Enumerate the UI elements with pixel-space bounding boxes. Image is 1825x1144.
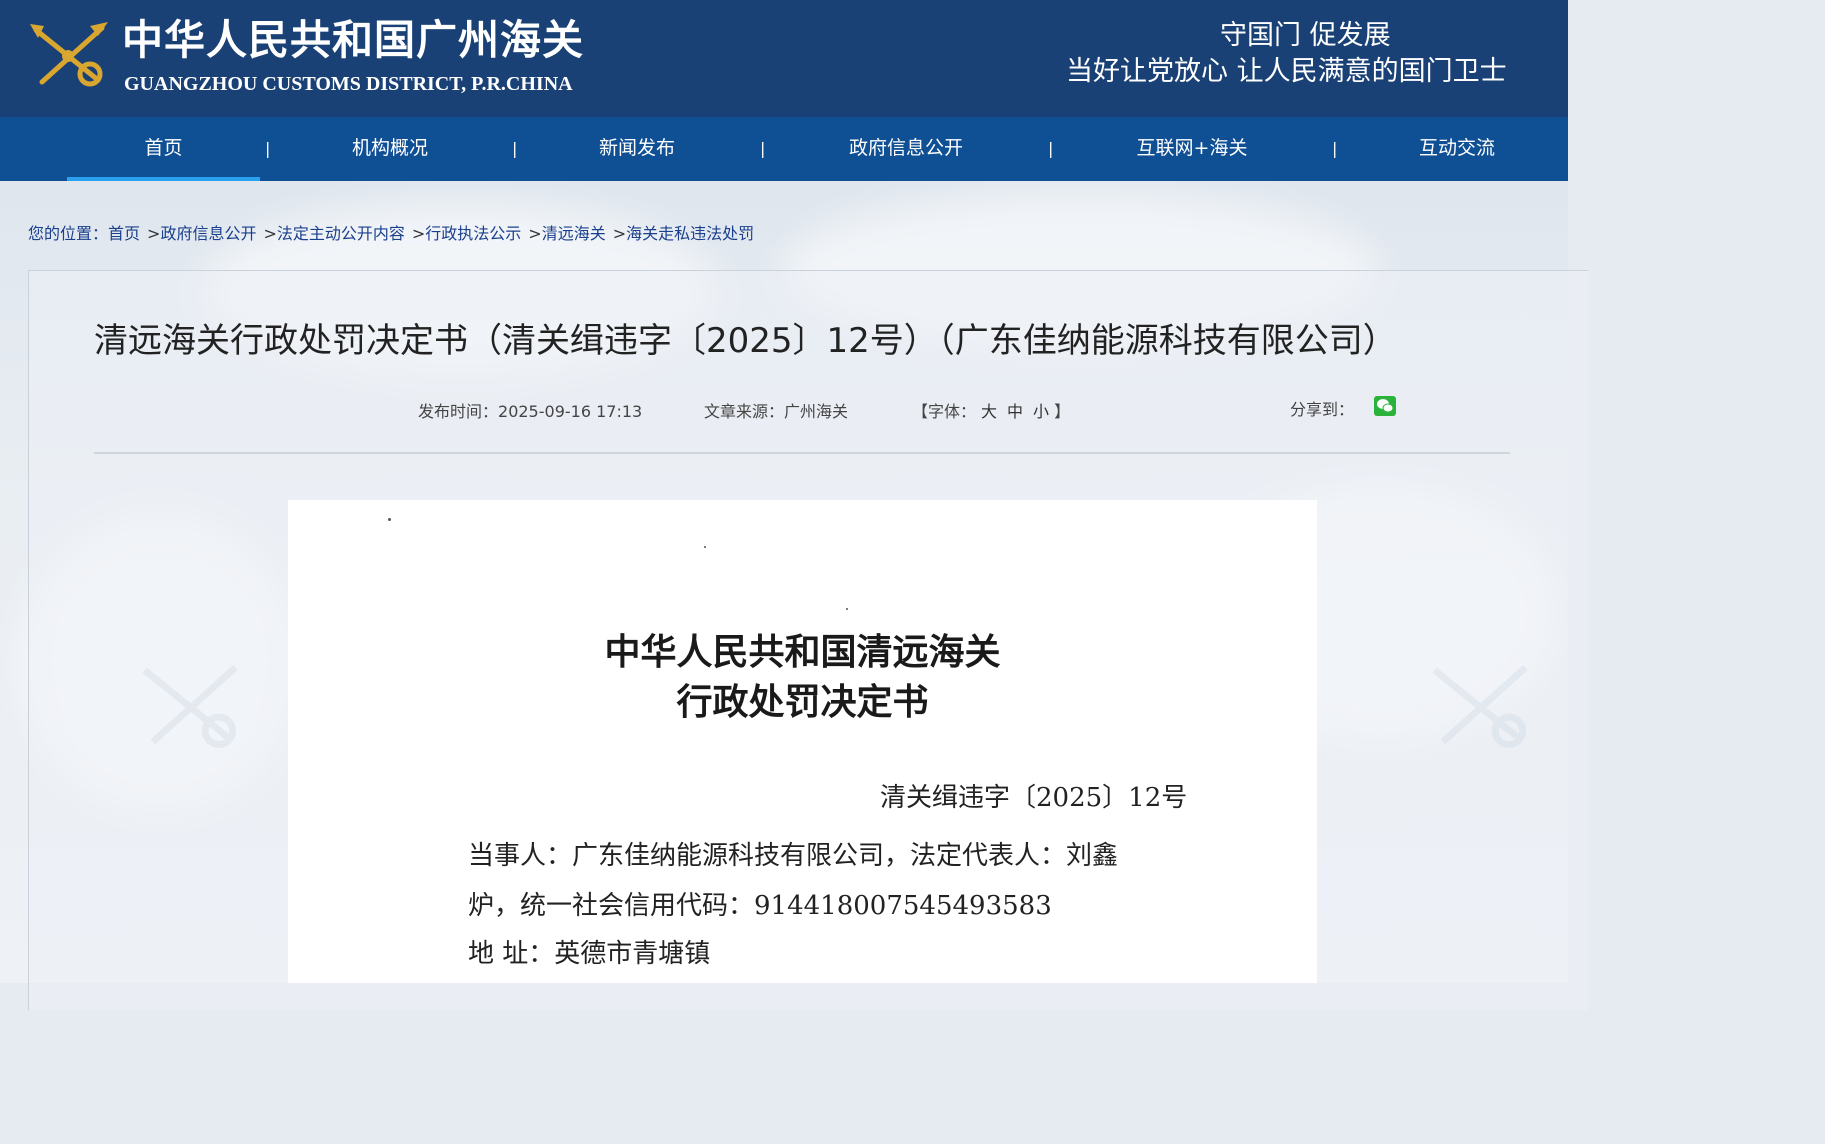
document-party-line-2: 炉，统一社会信用代码：91441800754549358​3 — [468, 891, 1052, 921]
site-logo-english[interactable]: GUANGZHOU CUSTOMS DISTRICT, P.R.CHINA — [124, 72, 573, 96]
breadcrumb-link-home[interactable]: 首页 — [108, 224, 140, 243]
nav-separator: | — [265, 139, 271, 158]
font-size-large[interactable]: 大 — [981, 402, 997, 421]
breadcrumb-link-smuggling[interactable]: 海关走私违法处罚 — [626, 224, 754, 243]
nav-separator: | — [1048, 139, 1054, 158]
nav-item-interaction[interactable]: 互动交流 — [1380, 117, 1534, 181]
font-size-controls: 【字体：大中小】 — [912, 400, 1070, 424]
document-address-line: 地 址：英德市青塘镇 — [468, 939, 711, 969]
publish-time-value: 2025-09-16 17:13 — [498, 402, 643, 421]
scan-speck — [704, 546, 706, 548]
nav-separator: | — [512, 139, 518, 158]
slogan-line-1: 守国门 促发展 — [1220, 20, 1391, 51]
scan-speck — [388, 518, 391, 521]
font-size-label-close: 】 — [1054, 402, 1071, 421]
document-heading-line-1: 中华人民共和国清远海关 — [604, 631, 1001, 673]
breadcrumb-separator: > — [147, 224, 161, 243]
breadcrumb-separator: > — [528, 224, 542, 243]
nav-separator: | — [760, 139, 766, 158]
source-value: 广州海关 — [784, 402, 849, 421]
font-size-label: 【字体： — [912, 402, 977, 421]
breadcrumb-link-statutory[interactable]: 法定主动公开内容 — [277, 224, 405, 243]
breadcrumb-separator: > — [263, 224, 277, 243]
document-scan: 中华人民共和国清远海关 行政处罚决定书 清关缉违字〔2025〕12号 当事人：广… — [288, 500, 1317, 983]
slogan-line-2: 当好让党放心 让人民满意的国门卫士 — [1066, 56, 1507, 87]
nav-separator: | — [1332, 139, 1338, 158]
nav-item-organization[interactable]: 机构概况 — [300, 117, 480, 181]
source-label: 文章来源： — [704, 402, 785, 421]
article-divider — [94, 452, 1510, 454]
font-size-medium[interactable]: 中 — [1007, 402, 1023, 421]
site-logo-chinese[interactable]: 中华人民共和国广州海关 — [122, 14, 584, 66]
scan-speck — [846, 608, 848, 610]
breadcrumb-prefix: 您的位置： — [28, 224, 109, 243]
customs-emblem-icon[interactable] — [28, 16, 110, 96]
publish-time-label: 发布时间： — [418, 402, 499, 421]
breadcrumb-link-enforcement[interactable]: 行政执法公示 — [425, 224, 521, 243]
nav-item-news[interactable]: 新闻发布 — [548, 117, 726, 181]
site-header: 中华人民共和国广州海关 GUANGZHOU CUSTOMS DISTRICT, … — [0, 0, 1568, 117]
breadcrumb: 您的位置：首页 >政府信息公开 >法定主动公开内容 >行政执法公示 >清远海关 >海关走私… — [28, 221, 754, 247]
nav-item-gov-info[interactable]: 政府信息公开 — [806, 117, 1006, 181]
document-party-line-1: 当事人：广东佳纳能源科技有限公司，法定代表人：刘鑫 — [468, 841, 1119, 871]
article-source: 文章来源：广州海关 — [704, 400, 848, 424]
breadcrumb-separator: > — [612, 224, 627, 243]
wechat-icon[interactable] — [1374, 396, 1396, 416]
breadcrumb-link-gov-info[interactable]: 政府信息公开 — [160, 224, 256, 243]
nav-item-home[interactable]: 首页 — [67, 117, 260, 181]
breadcrumb-separator: > — [411, 224, 426, 243]
main-nav: 首页 | 机构概况 | 新闻发布 | 政府信息公开 | 互联网+海关 | 互动交… — [0, 117, 1568, 181]
article-title: 清远海关行政处罚决定书（清关缉违字〔2025〕12号）（广东佳纳能源科技有限公司… — [94, 321, 1397, 361]
breadcrumb-link-qingyuan[interactable]: 清远海关 — [542, 224, 606, 243]
document-number: 清关缉违字〔2025〕12号 — [880, 783, 1188, 813]
share-label: 分享到： — [1290, 400, 1355, 419]
publish-time: 发布时间：2025-09-16 17:13 — [418, 400, 642, 424]
document-heading-line-2: 行政处罚决定书 — [676, 681, 929, 723]
nav-item-internet-customs[interactable]: 互联网+海关 — [1092, 117, 1292, 181]
font-size-small[interactable]: 小 — [1033, 402, 1049, 421]
